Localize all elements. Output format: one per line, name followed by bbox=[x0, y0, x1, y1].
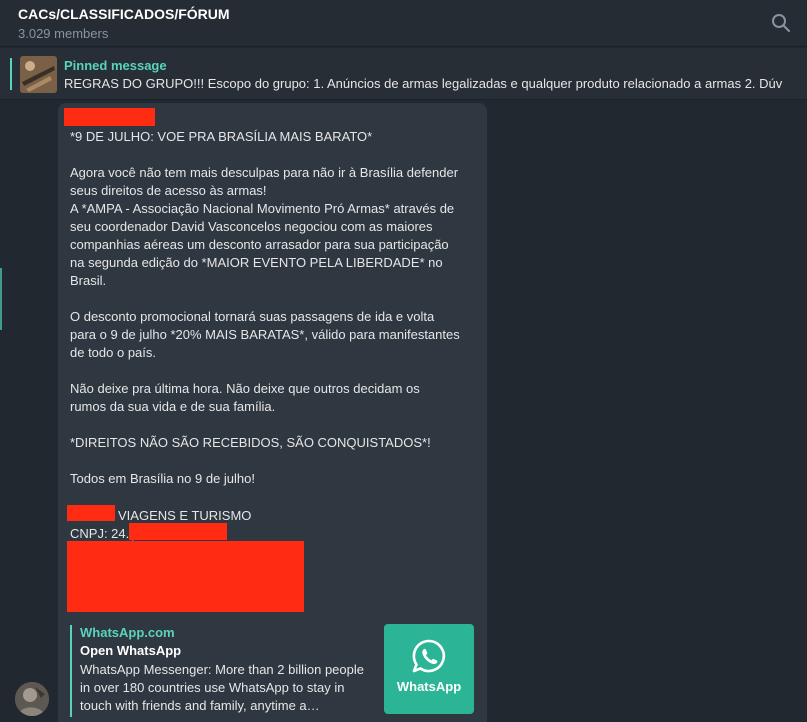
whatsapp-icon bbox=[412, 639, 446, 673]
message-paragraph-3: Não deixe pra última hora. Não deixe que… bbox=[70, 381, 420, 414]
preview-thumb-label: WhatsApp bbox=[396, 679, 462, 694]
cnpj-line: CNPJ: 24.( bbox=[70, 526, 134, 541]
preview-site[interactable]: WhatsApp.com bbox=[80, 625, 175, 640]
redacted-brand bbox=[67, 505, 115, 521]
preview-thumbnail[interactable]: WhatsApp bbox=[384, 624, 474, 714]
message-paragraph-5: Todos em Brasília no 9 de julho! bbox=[70, 471, 255, 486]
message-headline: *9 DE JULHO: VOE PRA BRASÍLIA MAIS BARAT… bbox=[70, 129, 373, 144]
pinned-thumbnail bbox=[20, 56, 57, 93]
chat-header: CACs/CLASSIFICADOS/FÓRUM 3.029 members bbox=[0, 0, 807, 47]
pinned-label: Pinned message bbox=[64, 58, 167, 73]
message-paragraph-2: O desconto promocional tornará suas pass… bbox=[70, 309, 460, 360]
redacted-cnpj bbox=[129, 523, 227, 540]
preview-description: WhatsApp Messenger: More than 2 billion … bbox=[80, 662, 364, 713]
message-paragraph-1: Agora você não tem mais desculpas para n… bbox=[70, 165, 459, 288]
pinned-accent-bar bbox=[10, 58, 12, 90]
pinned-text: REGRAS DO GRUPO!!! Escopo do grupo: 1. A… bbox=[64, 76, 783, 91]
redacted-sender bbox=[64, 108, 155, 126]
preview-title[interactable]: Open WhatsApp bbox=[80, 643, 181, 658]
pinned-message-bar[interactable]: Pinned message REGRAS DO GRUPO!!! Escopo… bbox=[0, 48, 807, 100]
message-paragraph-4: *DIREITOS NÃO SÃO RECEBIDOS, SÃO CONQUIS… bbox=[70, 435, 431, 450]
message-bubble[interactable]: *9 DE JULHO: VOE PRA BRASÍLIA MAIS BARAT… bbox=[58, 103, 487, 722]
link-preview[interactable]: WhatsApp.com Open WhatsApp WhatsApp Mess… bbox=[70, 623, 475, 722]
selection-accent bbox=[0, 268, 2, 330]
chat-title[interactable]: CACs/CLASSIFICADOS/FÓRUM bbox=[18, 6, 230, 22]
brand-suffix: VIAGENS E TURISMO bbox=[118, 508, 252, 523]
redacted-contact bbox=[67, 541, 304, 612]
member-count: 3.029 members bbox=[18, 26, 109, 41]
sender-avatar[interactable] bbox=[15, 682, 49, 716]
search-icon[interactable] bbox=[771, 13, 791, 33]
preview-accent-bar bbox=[70, 625, 72, 717]
